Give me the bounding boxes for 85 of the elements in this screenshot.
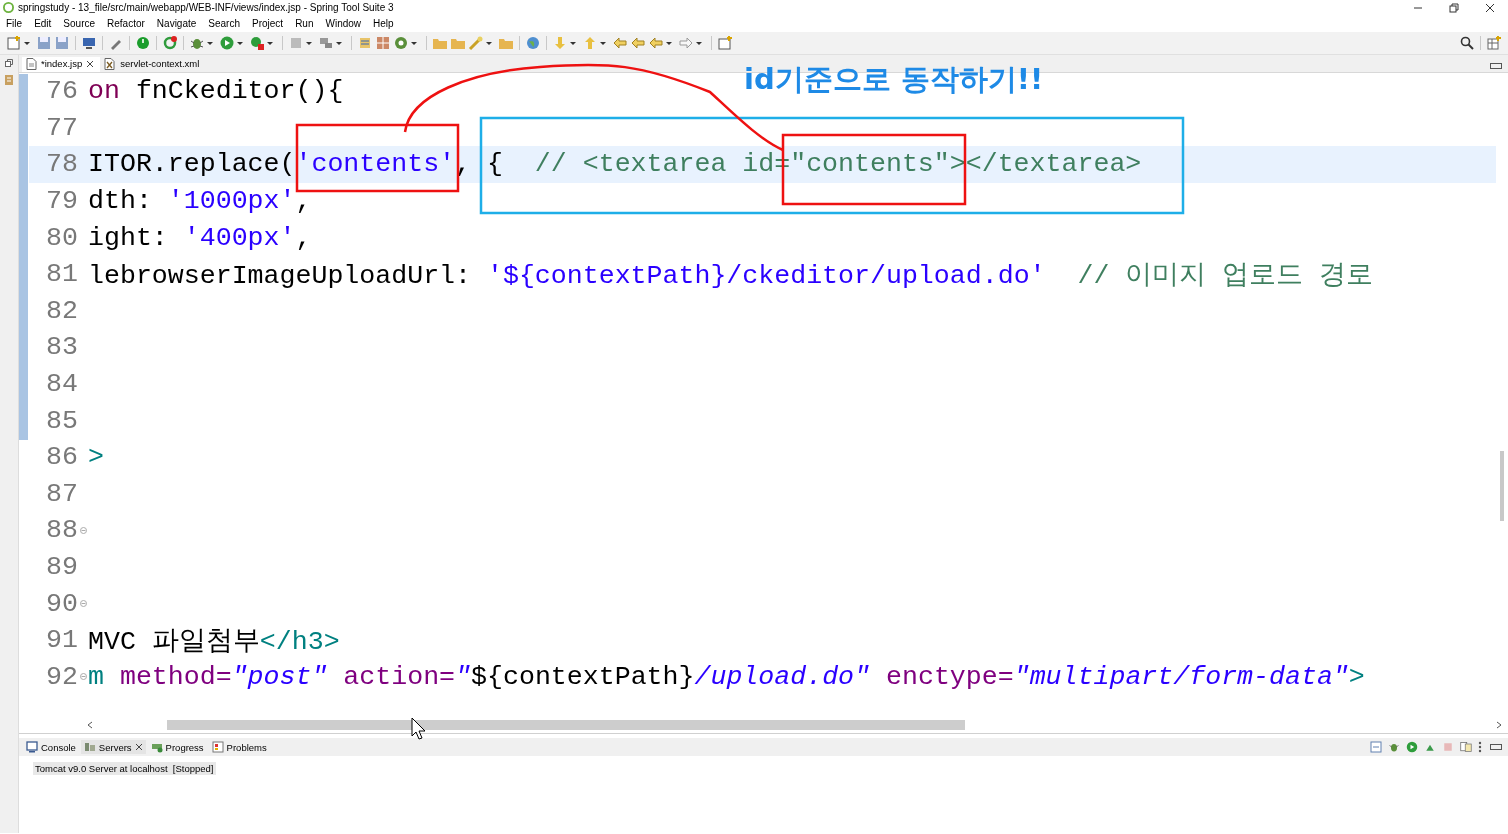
line-number: 81 xyxy=(45,259,78,290)
gear-icon[interactable] xyxy=(393,35,409,51)
scroll-right-icon[interactable] xyxy=(1496,720,1502,729)
problems-icon xyxy=(211,741,224,753)
server-row[interactable]: Tomcat v9.0 Server at localhost [Stopped] xyxy=(33,762,216,775)
annotation-text: id기준으로 동작하기!! xyxy=(744,61,1044,98)
menu-item[interactable]: File xyxy=(6,18,23,29)
code-line: m method="post" action="${contextPath}/upload.do" enctype="multipart/form-data"> xyxy=(88,661,1365,692)
menu-item[interactable]: Project xyxy=(252,18,284,29)
menu-item[interactable]: Search xyxy=(208,18,240,29)
panel-tab[interactable]: Servers xyxy=(80,740,146,754)
save-icon[interactable] xyxy=(36,35,52,51)
code-line: > xyxy=(88,442,104,473)
line-number: 89 xyxy=(45,552,78,582)
minimize-button[interactable] xyxy=(1490,63,1502,69)
scroll-left-icon[interactable] xyxy=(87,720,93,729)
editor-tab[interactable]: servlet-context.xml xyxy=(100,57,206,72)
xml-file-icon xyxy=(104,57,117,70)
code-line: dth: '1000px', xyxy=(88,186,312,217)
bug-icon[interactable] xyxy=(1388,741,1400,753)
code-line: on fnCkeditor(){ xyxy=(88,76,344,107)
play-icon[interactable] xyxy=(1406,741,1418,753)
menu-item[interactable]: Navigate xyxy=(156,18,197,29)
scrollbar-thumb[interactable] xyxy=(1500,451,1504,521)
fold-icon[interactable] xyxy=(79,673,87,681)
close-icon[interactable] xyxy=(86,59,95,68)
code-line: ight: '400px', xyxy=(88,222,312,253)
package-icon[interactable] xyxy=(375,35,391,51)
publish-icon[interactable] xyxy=(1460,741,1472,753)
perspective-icon[interactable] xyxy=(1486,35,1502,51)
line-number: 86 xyxy=(45,442,78,473)
file-icon xyxy=(26,57,37,70)
line-number: 91 xyxy=(45,625,78,656)
code-line: lebrowserImageUploadUrl: '${contextPath}/ckeditor/upload.do' // 이미지 업로드 경로 xyxy=(88,260,1374,293)
view-menu-icon[interactable] xyxy=(1478,741,1482,753)
window-title: springstudy - 13_file/src/main/webapp/WEB-INF/views/index.jsp - Spring Tool Suite 3 xyxy=(18,2,395,13)
line-number: 83 xyxy=(45,332,78,363)
run-icon[interactable] xyxy=(249,35,265,51)
line-number: 87 xyxy=(45,478,78,509)
mouse-pointer-icon xyxy=(411,717,427,741)
panel-tab[interactable]: Problems xyxy=(208,740,270,754)
arrow-left-icon[interactable] xyxy=(612,35,628,51)
save-icon[interactable] xyxy=(54,35,70,51)
app-leaf-icon xyxy=(3,2,14,13)
menu-item[interactable]: Refactor xyxy=(107,18,145,29)
servers-icon xyxy=(83,741,96,753)
refresh-icon[interactable] xyxy=(162,35,178,51)
line-number: 85 xyxy=(45,405,78,436)
line-number: 79 xyxy=(45,186,78,217)
progress-icon xyxy=(150,741,163,753)
jar-icon[interactable] xyxy=(357,35,373,51)
panel-tab[interactable]: Console xyxy=(23,740,79,754)
menu-item[interactable]: Window xyxy=(325,18,362,29)
globe-icon[interactable] xyxy=(525,35,541,51)
code-line: MVC 파일첨부</h3> xyxy=(88,626,340,659)
line-number: 84 xyxy=(45,369,78,400)
menu-item[interactable]: Help xyxy=(373,18,394,29)
line-number: 82 xyxy=(45,295,78,326)
minimize-button[interactable] xyxy=(1490,744,1502,750)
panel-tab[interactable]: Progress xyxy=(147,740,207,754)
line-number: 77 xyxy=(45,112,78,143)
close-icon[interactable] xyxy=(134,743,143,751)
console-icon xyxy=(26,741,38,753)
restore-icon[interactable] xyxy=(1449,2,1459,13)
search-icon[interactable] xyxy=(1459,35,1475,51)
line-number: 88 xyxy=(45,515,78,546)
arrow-left-icon[interactable] xyxy=(630,35,646,51)
menu-item[interactable]: Edit xyxy=(34,18,52,29)
restore-view-icon[interactable] xyxy=(5,59,13,67)
fold-icon[interactable] xyxy=(79,600,87,608)
power-icon[interactable] xyxy=(135,35,151,51)
new-window-icon[interactable] xyxy=(717,35,733,51)
line-number: 92 xyxy=(45,661,78,692)
monitor-icon[interactable] xyxy=(81,35,97,51)
line-number: 78 xyxy=(45,149,78,180)
close-icon[interactable] xyxy=(1485,2,1495,13)
line-number: 80 xyxy=(45,222,78,253)
collapse-icon[interactable] xyxy=(1370,741,1382,753)
scrollbar-thumb[interactable] xyxy=(167,719,965,730)
menu-item[interactable]: Run xyxy=(295,18,314,29)
menu-item[interactable]: Source xyxy=(63,18,96,29)
line-number: 76 xyxy=(45,76,78,107)
line-number: 90 xyxy=(45,588,78,619)
editor-tab[interactable]: *index.jsp xyxy=(22,57,101,72)
fold-icon[interactable] xyxy=(79,526,87,534)
